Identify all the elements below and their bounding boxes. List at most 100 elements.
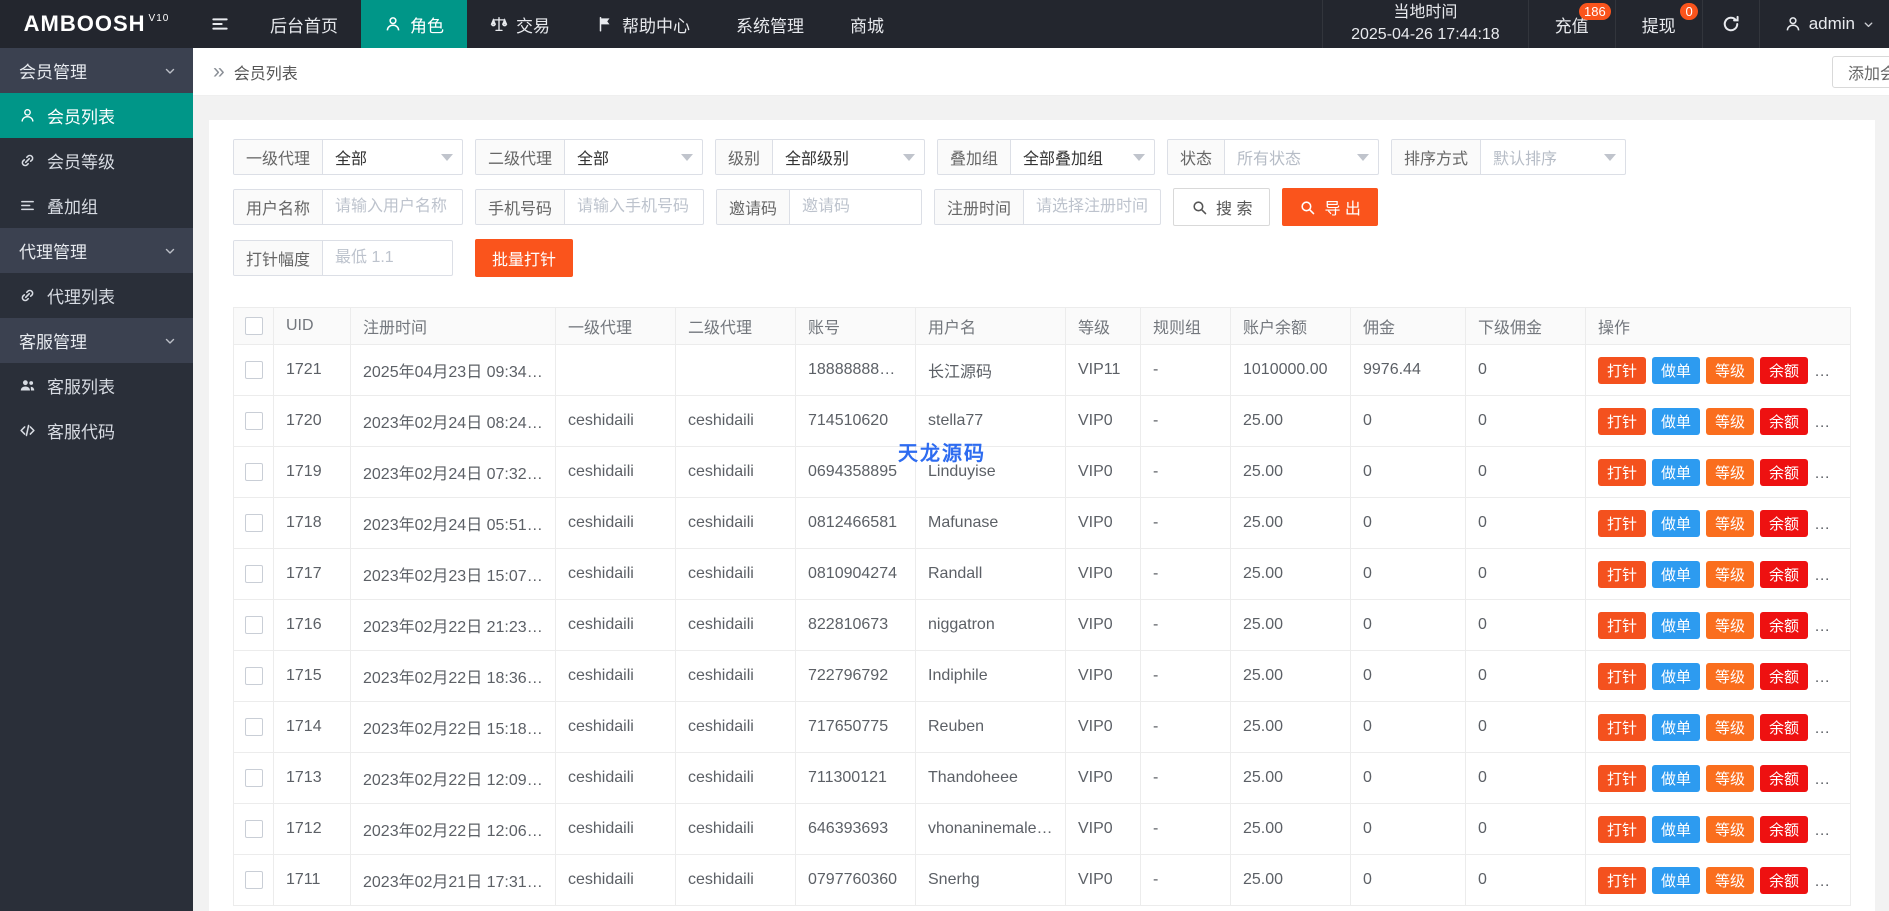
action-balance-button[interactable]: 余额 xyxy=(1760,816,1808,843)
nav-item-home[interactable]: 后台首页 xyxy=(247,0,361,48)
action-balance-button[interactable]: 余额 xyxy=(1760,663,1808,690)
row-checkbox[interactable] xyxy=(245,718,263,736)
action-level-button[interactable]: 等级 xyxy=(1706,867,1754,894)
action-inject-button[interactable]: 打针 xyxy=(1598,816,1646,843)
sidebar-item-agent-list[interactable]: 代理列表 xyxy=(0,273,193,318)
nav-item-system[interactable]: 系统管理 xyxy=(713,0,827,48)
action-inject-button[interactable]: 打针 xyxy=(1598,612,1646,639)
action-level-button[interactable]: 等级 xyxy=(1706,765,1754,792)
action-level-button[interactable]: 等级 xyxy=(1706,612,1754,639)
row-checkbox[interactable] xyxy=(245,463,263,481)
filter-phone-input[interactable] xyxy=(565,190,703,224)
action-order-button[interactable]: 做单 xyxy=(1652,459,1700,486)
column-header-account: 账号 xyxy=(796,308,916,345)
action-balance-button[interactable]: 余额 xyxy=(1760,459,1808,486)
row-checkbox[interactable] xyxy=(245,514,263,532)
action-balance-button[interactable]: 余额 xyxy=(1760,408,1808,435)
cell-sub-commission: 0 xyxy=(1466,447,1586,498)
filter-select-status[interactable]: 状态所有状态 xyxy=(1167,139,1379,175)
row-checkbox[interactable] xyxy=(245,820,263,838)
batch-inject-button[interactable]: 批量打针 xyxy=(475,239,573,277)
action-level-button[interactable]: 等级 xyxy=(1706,459,1754,486)
action-order-button[interactable]: 做单 xyxy=(1652,663,1700,690)
sidebar-group-service-mgmt[interactable]: 客服管理 xyxy=(0,318,193,363)
chevron-down-icon xyxy=(903,154,915,161)
select-all-checkbox[interactable] xyxy=(245,317,263,335)
action-order-button[interactable]: 做单 xyxy=(1652,816,1700,843)
nav-item-mall[interactable]: 商城 xyxy=(827,0,907,48)
action-inject-button[interactable]: 打针 xyxy=(1598,408,1646,435)
sidebar-item-label: 代理列表 xyxy=(47,283,115,308)
action-order-button[interactable]: 做单 xyxy=(1652,714,1700,741)
action-balance-button[interactable]: 余额 xyxy=(1760,867,1808,894)
user-menu[interactable]: admin xyxy=(1760,0,1889,48)
action-inject-button[interactable]: 打针 xyxy=(1598,561,1646,588)
sidebar-toggle-button[interactable] xyxy=(193,0,247,48)
action-level-button[interactable]: 等级 xyxy=(1706,510,1754,537)
action-order-button[interactable]: 做单 xyxy=(1652,357,1700,384)
row-checkbox[interactable] xyxy=(245,412,263,430)
filter-select-agent1[interactable]: 一级代理全部 xyxy=(233,139,463,175)
row-checkbox[interactable] xyxy=(245,565,263,583)
action-inject-button[interactable]: 打针 xyxy=(1598,765,1646,792)
nav-item-trade[interactable]: 交易 xyxy=(467,0,573,48)
inject-range-input[interactable] xyxy=(323,241,452,275)
cell-account: 711300121 xyxy=(796,753,916,804)
cell-commission: 0 xyxy=(1351,702,1466,753)
action-balance-button[interactable]: 余额 xyxy=(1760,510,1808,537)
sidebar-item-service-list[interactable]: 客服列表 xyxy=(0,363,193,408)
action-balance-button[interactable]: 余额 xyxy=(1760,612,1808,639)
sidebar-group-agent-mgmt[interactable]: 代理管理 xyxy=(0,228,193,273)
cell-account: 717650775 xyxy=(796,702,916,753)
action-order-button[interactable]: 做单 xyxy=(1652,408,1700,435)
row-checkbox[interactable] xyxy=(245,667,263,685)
action-order-button[interactable]: 做单 xyxy=(1652,510,1700,537)
row-checkbox[interactable] xyxy=(245,616,263,634)
row-checkbox[interactable] xyxy=(245,871,263,889)
filter-select-agent2[interactable]: 二级代理全部 xyxy=(475,139,703,175)
action-order-button[interactable]: 做单 xyxy=(1652,867,1700,894)
action-balance-button[interactable]: 余额 xyxy=(1760,561,1808,588)
action-inject-button[interactable]: 打针 xyxy=(1598,459,1646,486)
sidebar-item-stack-group[interactable]: 叠加组 xyxy=(0,183,193,228)
action-balance-button[interactable]: 余额 xyxy=(1760,357,1808,384)
action-inject-button[interactable]: 打针 xyxy=(1598,663,1646,690)
refresh-button[interactable] xyxy=(1703,0,1760,48)
action-level-button[interactable]: 等级 xyxy=(1706,816,1754,843)
action-level-button[interactable]: 等级 xyxy=(1706,561,1754,588)
filter-select-sort[interactable]: 排序方式默认排序 xyxy=(1391,139,1626,175)
sidebar-item-member-level[interactable]: 会员等级 xyxy=(0,138,193,183)
export-button[interactable]: 导 出 xyxy=(1282,188,1377,226)
action-level-button[interactable]: 等级 xyxy=(1706,663,1754,690)
inject-range-label: 打针幅度 xyxy=(234,241,323,275)
sidebar-group-member-mgmt[interactable]: 会员管理 xyxy=(0,48,193,93)
nav-item-role[interactable]: 角色 xyxy=(361,0,467,48)
action-inject-button[interactable]: 打针 xyxy=(1598,867,1646,894)
sidebar-item-member-list[interactable]: 会员列表 xyxy=(0,93,193,138)
action-level-button[interactable]: 等级 xyxy=(1706,408,1754,435)
search-button[interactable]: 搜 索 xyxy=(1173,188,1270,226)
sidebar-item-service-code[interactable]: 客服代码 xyxy=(0,408,193,453)
recharge-button[interactable]: 充值 186 xyxy=(1529,0,1616,48)
action-balance-button[interactable]: 余额 xyxy=(1760,765,1808,792)
row-checkbox[interactable] xyxy=(245,769,263,787)
action-inject-button[interactable]: 打针 xyxy=(1598,357,1646,384)
add-member-button[interactable]: 添加会员 xyxy=(1832,56,1889,88)
filter-invite-input[interactable] xyxy=(790,190,921,224)
action-order-button[interactable]: 做单 xyxy=(1652,765,1700,792)
filter-username-input[interactable] xyxy=(323,190,462,224)
action-inject-button[interactable]: 打针 xyxy=(1598,510,1646,537)
filter-regtime-input[interactable] xyxy=(1024,190,1160,224)
action-balance-button[interactable]: 余额 xyxy=(1760,714,1808,741)
action-level-button[interactable]: 等级 xyxy=(1706,714,1754,741)
nav-item-help[interactable]: 帮助中心 xyxy=(573,0,713,48)
row-checkbox[interactable] xyxy=(245,361,263,379)
action-order-button[interactable]: 做单 xyxy=(1652,612,1700,639)
filter-select-stack[interactable]: 叠加组全部叠加组 xyxy=(937,139,1155,175)
action-inject-button[interactable]: 打针 xyxy=(1598,714,1646,741)
withdraw-button[interactable]: 提现 0 xyxy=(1616,0,1703,48)
filter-select-level[interactable]: 级别全部级别 xyxy=(715,139,925,175)
cell-reg-time: 2025年04月23日 09:34:40 xyxy=(351,345,556,396)
action-level-button[interactable]: 等级 xyxy=(1706,357,1754,384)
action-order-button[interactable]: 做单 xyxy=(1652,561,1700,588)
